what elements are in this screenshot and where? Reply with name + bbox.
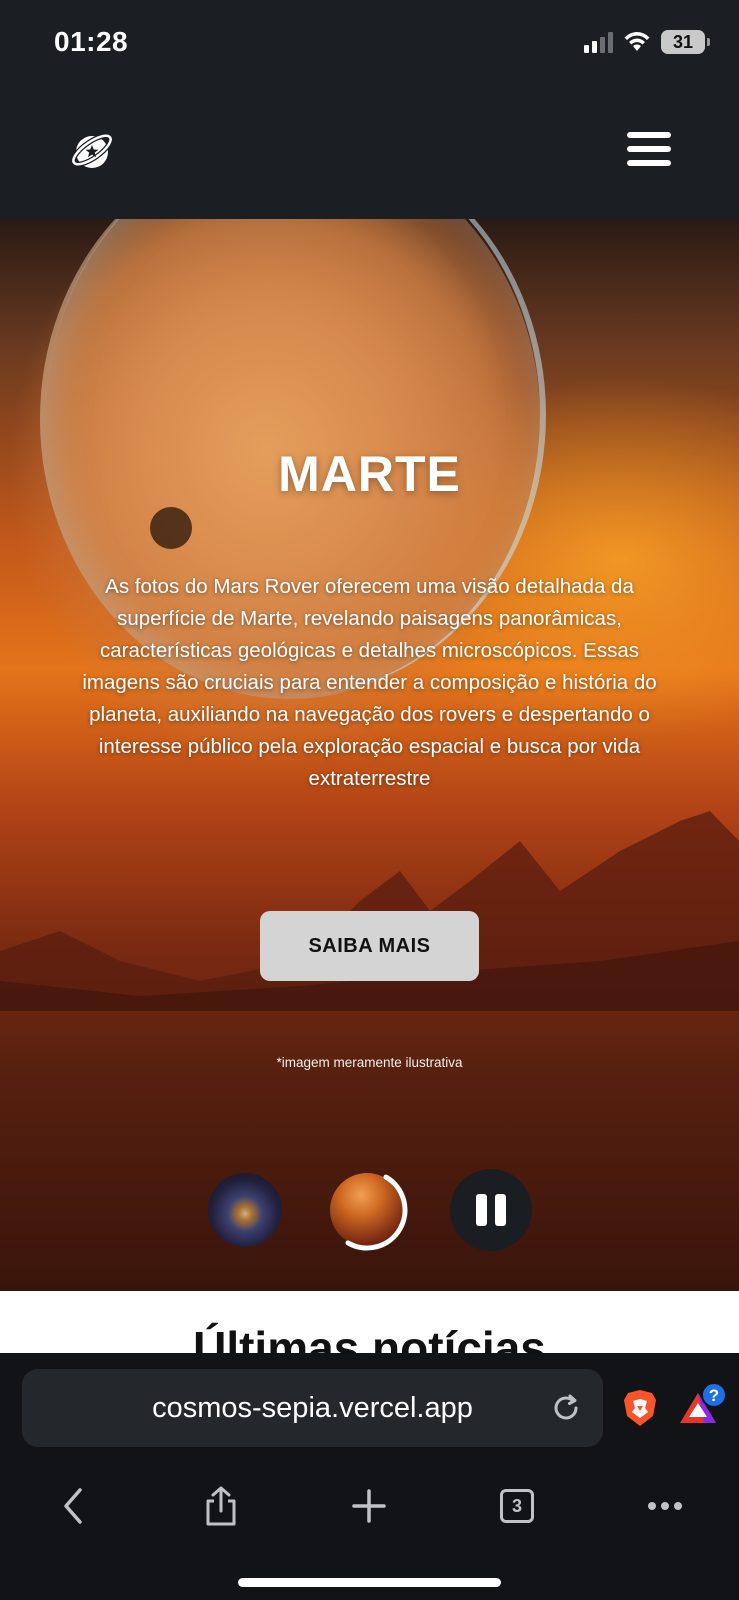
learn-more-button[interactable]: SAIBA MAIS	[260, 911, 479, 981]
pause-icon-bar	[476, 1194, 487, 1226]
hero-slide: MARTE As fotos do Mars Rover oferecem um…	[0, 219, 739, 1291]
status-bar: 01:28 31	[0, 0, 739, 90]
tab-count: 3	[500, 1489, 534, 1523]
battery-level: 31	[672, 31, 694, 52]
hero-description: As fotos do Mars Rover oferecem uma visã…	[82, 575, 657, 790]
status-icons: 31	[584, 30, 710, 54]
battery-icon: 31	[661, 30, 710, 54]
status-time: 01:28	[54, 26, 129, 57]
more-options-icon[interactable]	[640, 1481, 690, 1531]
tabs-button[interactable]: 3	[492, 1481, 542, 1531]
hamburger-menu-icon[interactable]	[627, 132, 671, 166]
planet-logo-icon[interactable]	[68, 126, 116, 174]
url-text: cosmos-sepia.vercel.app	[152, 1392, 473, 1424]
share-icon[interactable]	[196, 1481, 246, 1531]
new-tab-icon[interactable]	[344, 1481, 394, 1531]
reload-icon[interactable]	[549, 1391, 583, 1425]
slide-controls	[0, 1169, 739, 1251]
crater	[150, 507, 192, 549]
rewards-badge: ?	[709, 1386, 719, 1405]
signal-icon	[584, 31, 613, 53]
hero-title: MARTE	[278, 446, 461, 502]
news-section: Últimas notícias	[0, 1291, 739, 1353]
wifi-icon	[624, 32, 650, 51]
browser-nav: 3	[0, 1481, 739, 1531]
back-icon[interactable]	[48, 1481, 98, 1531]
image-disclaimer: *imagem meramente ilustrativa	[276, 1055, 463, 1070]
rewards-triangle-icon[interactable]: ?	[676, 1381, 728, 1429]
galaxy-thumbnail[interactable]	[208, 1173, 282, 1247]
home-indicator	[238, 1578, 501, 1587]
pause-button[interactable]	[450, 1169, 532, 1251]
slide-progress-ring	[345, 1174, 408, 1251]
brave-shield-icon[interactable]	[622, 1388, 658, 1428]
url-bar[interactable]: cosmos-sepia.vercel.app	[22, 1369, 603, 1447]
pause-icon-bar	[495, 1194, 506, 1226]
browser-toolbar: cosmos-sepia.vercel.app ? 3	[0, 1353, 739, 1600]
site-header	[0, 90, 739, 219]
news-title: Últimas notícias	[193, 1322, 546, 1353]
